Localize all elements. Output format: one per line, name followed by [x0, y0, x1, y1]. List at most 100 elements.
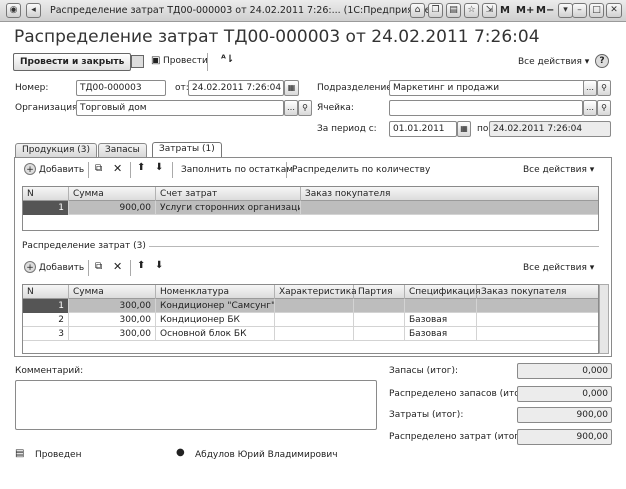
cell-sum[interactable]: 300,00 — [69, 313, 156, 327]
cell-cost-account[interactable]: Услуги сторонних организаций — [156, 201, 301, 215]
toolbar-divider — [88, 260, 89, 276]
memory-plus-button[interactable]: M+ — [516, 5, 534, 16]
division-field[interactable]: Маркетинг и продажи — [389, 80, 597, 96]
help-icon[interactable]: ? — [595, 54, 609, 68]
link-icon[interactable]: ⇲ — [482, 3, 497, 18]
cell-customer-order[interactable] — [477, 299, 598, 313]
cell-select-button[interactable]: … — [583, 100, 597, 116]
window-title: Распределение затрат ТД00-000003 от 24.0… — [50, 5, 435, 16]
cell-customer-order[interactable] — [301, 201, 598, 215]
col-specification[interactable]: Спецификация — [405, 285, 481, 299]
dist-all-actions-menu[interactable]: Все действия ▾ — [523, 261, 594, 275]
col-n[interactable]: N — [23, 187, 69, 201]
division-label: Подразделение: — [317, 83, 395, 93]
all-actions-menu[interactable]: Все действия ▾ — [518, 57, 589, 67]
cell-nomenclature[interactable]: Кондиционер БК — [156, 313, 275, 327]
cell-specification[interactable]: Базовая — [405, 327, 477, 341]
toolbar-divider — [130, 162, 131, 178]
structure-icon[interactable]: ᴬ⇂ — [221, 54, 234, 65]
home-icon[interactable]: ⌂ — [410, 3, 425, 18]
delete-icon[interactable]: ✕ — [113, 260, 122, 273]
cell-batch[interactable] — [354, 299, 405, 313]
costs-table[interactable]: N Сумма Счет затрат Заказ покупателя 1 9… — [22, 186, 599, 231]
minimize-icon[interactable]: – — [572, 3, 587, 18]
dropdown-icon[interactable]: ▾ — [558, 3, 573, 18]
app-logo-icon[interactable]: ◉ — [6, 3, 21, 18]
comment-field[interactable] — [15, 380, 377, 430]
costs-dist-field: 900,00 — [517, 429, 612, 445]
dist-add-button[interactable]: + Добавить — [24, 261, 84, 275]
maximize-icon[interactable]: □ — [589, 3, 604, 18]
memory-minus-button[interactable]: M− — [536, 5, 554, 16]
period-label: За период с: — [317, 124, 377, 134]
date-field[interactable]: 24.02.2011 7:26:04 — [188, 80, 284, 96]
copy-row-icon[interactable]: ⧉ — [95, 163, 102, 174]
copy-row-icon[interactable]: ⧉ — [95, 261, 102, 272]
costs-all-actions-menu[interactable]: Все действия ▾ — [523, 163, 594, 177]
cell-specification[interactable]: Базовая — [405, 313, 477, 327]
cell-batch[interactable] — [354, 313, 405, 327]
table-row[interactable]: 3 300,00 Основной блок БК Базовая — [23, 327, 598, 341]
col-customer-order[interactable]: Заказ покупателя — [301, 187, 598, 201]
cell-nomenclature[interactable]: Кондиционер "Самсунг" — [156, 299, 275, 313]
move-down-icon[interactable]: ⬇ — [155, 260, 163, 271]
tab-costs[interactable]: Затраты (1) — [152, 142, 222, 158]
cell-characteristic[interactable] — [275, 313, 354, 327]
col-batch[interactable]: Партия — [354, 285, 405, 299]
col-sum[interactable]: Сумма — [69, 285, 156, 299]
number-field[interactable]: ТД00-000003 — [76, 80, 166, 96]
col-n[interactable]: N — [23, 285, 69, 299]
tab-stock[interactable]: Запасы — [98, 143, 147, 158]
col-characteristic[interactable]: Характеристика — [275, 285, 357, 299]
org-field[interactable]: Торговый дом — [76, 100, 284, 116]
distribution-table[interactable]: N Сумма Номенклатура Характеристика Парт… — [22, 284, 599, 354]
org-search-icon[interactable]: ⚲ — [298, 100, 312, 116]
col-customer-order[interactable]: Заказ покупателя — [477, 285, 598, 299]
cell-characteristic[interactable] — [275, 327, 354, 341]
costs-add-button[interactable]: + Добавить — [24, 163, 84, 177]
close-icon[interactable]: ✕ — [606, 3, 622, 18]
copy-icon[interactable]: ❐ — [428, 3, 443, 18]
cell-characteristic[interactable] — [275, 299, 354, 313]
col-nomenclature[interactable]: Номенклатура — [156, 285, 275, 299]
calendar-icon[interactable]: ▦ — [284, 80, 299, 96]
cell-sum[interactable]: 300,00 — [69, 299, 156, 313]
distribute-by-qty-button[interactable]: Распределить по количеству — [292, 163, 430, 177]
cell-customer-order[interactable] — [477, 327, 598, 341]
document-icon[interactable]: ▤ — [446, 3, 461, 18]
post-button[interactable]: Провести — [163, 56, 208, 66]
cell-field[interactable] — [389, 100, 583, 116]
table-row[interactable]: 2 300,00 Кондиционер БК Базовая — [23, 313, 598, 327]
memory-button[interactable]: M — [500, 5, 510, 16]
col-sum[interactable]: Сумма — [69, 187, 156, 201]
fill-by-rest-button[interactable]: Заполнить по остаткам — [181, 163, 293, 177]
post-and-close-button[interactable]: Провести и закрыть — [13, 53, 132, 71]
table-row[interactable]: 1 300,00 Кондиционер "Самсунг" — [23, 299, 598, 313]
move-up-icon[interactable]: ⬆ — [137, 260, 145, 271]
post-icon: ▣ — [151, 55, 161, 66]
period-to-field[interactable]: 24.02.2011 7:26:04 — [489, 121, 611, 137]
move-down-icon[interactable]: ⬇ — [155, 162, 163, 173]
tab-products[interactable]: Продукция (3) — [15, 143, 97, 158]
cell-specification[interactable] — [405, 299, 477, 313]
star-icon[interactable]: ☆ — [464, 3, 479, 18]
cell-sum[interactable]: 300,00 — [69, 327, 156, 341]
cell-customer-order[interactable] — [477, 313, 598, 327]
move-up-icon[interactable]: ⬆ — [137, 162, 145, 173]
col-cost-account[interactable]: Счет затрат — [156, 187, 301, 201]
save-icon[interactable] — [131, 55, 144, 68]
cell-search-icon[interactable]: ⚲ — [597, 100, 611, 116]
toolbar-divider — [286, 162, 287, 178]
division-search-icon[interactable]: ⚲ — [597, 80, 611, 96]
period-from-calendar-icon[interactable]: ▦ — [457, 121, 471, 137]
scrollbar[interactable] — [599, 284, 609, 354]
cell-batch[interactable] — [354, 327, 405, 341]
division-select-button[interactable]: … — [583, 80, 597, 96]
delete-icon[interactable]: ✕ — [113, 162, 122, 175]
period-from-field[interactable]: 01.01.2011 — [389, 121, 457, 137]
org-select-button[interactable]: … — [284, 100, 298, 116]
menu-arrow-icon[interactable]: ◂ — [26, 3, 41, 18]
table-row[interactable]: 1 900,00 Услуги сторонних организаций — [23, 201, 598, 215]
cell-sum[interactable]: 900,00 — [69, 201, 156, 215]
cell-nomenclature[interactable]: Основной блок БК — [156, 327, 275, 341]
